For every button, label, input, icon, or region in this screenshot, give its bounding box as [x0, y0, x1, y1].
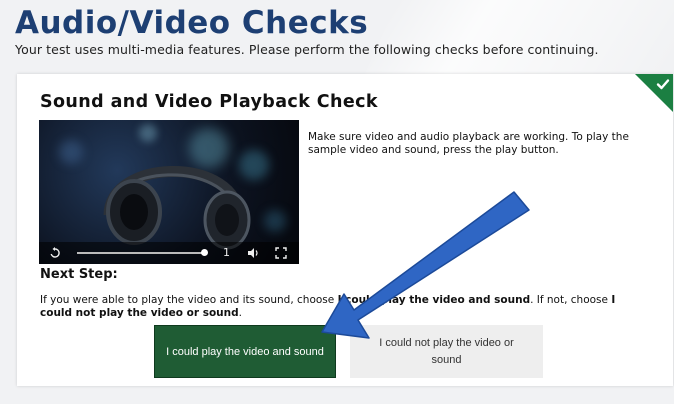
replay-icon[interactable] — [49, 247, 61, 259]
playback-instructions: Make sure video and audio playback are w… — [308, 131, 629, 156]
fullscreen-icon[interactable] — [275, 247, 287, 259]
progress-handle[interactable] — [201, 249, 208, 256]
choose-option-ok: I could play the video and sound — [337, 294, 531, 306]
choose-text-part: . — [238, 307, 242, 319]
could-not-play-button[interactable]: I could not play the video or sound — [350, 325, 543, 378]
next-step-heading: Next Step: — [40, 267, 118, 282]
progress-track[interactable] — [77, 252, 203, 254]
playback-speed[interactable]: 1 — [223, 246, 230, 260]
choose-text-part: If you were able to play the video and i… — [40, 294, 338, 306]
video-controls: 1 — [39, 242, 299, 264]
next-step-instructions: If you were able to play the video and i… — [40, 294, 640, 320]
card-title: Sound and Video Playback Check — [40, 92, 378, 112]
video-player[interactable]: 1 — [39, 120, 299, 264]
page-subtitle: Your test uses multi-media features. Ple… — [15, 42, 599, 57]
playback-check-card: Sound and Video Playback Check 1 Make su… — [17, 74, 673, 386]
volume-icon[interactable] — [247, 247, 260, 259]
checkmark-icon — [656, 79, 670, 90]
choose-text-part: . If not, choose — [530, 294, 612, 306]
page-title: Audio/Video Checks — [15, 5, 369, 41]
could-play-button[interactable]: I could play the video and sound — [154, 325, 336, 378]
page-header: Audio/Video Checks Your test uses multi-… — [15, 4, 665, 57]
